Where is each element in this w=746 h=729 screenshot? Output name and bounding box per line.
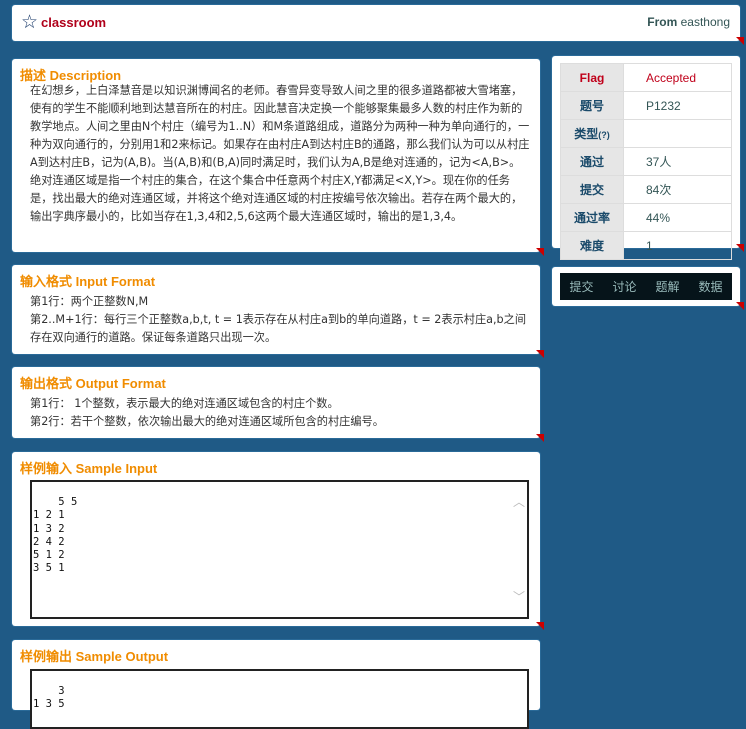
stats-value: 44% bbox=[623, 203, 732, 232]
stats-row-submitted: 提交 84次 bbox=[560, 175, 732, 204]
solutions-link[interactable]: 题解 bbox=[655, 278, 679, 295]
site-name: classroom bbox=[41, 15, 107, 30]
stats-key: 提交 bbox=[560, 175, 624, 204]
help-link[interactable]: (?) bbox=[598, 130, 610, 140]
output-format-line: 第2行：若干个整数，依次输出最大的绝对连通区域所包含的村庄编号。 bbox=[30, 415, 384, 428]
stats-key: 通过 bbox=[560, 147, 624, 176]
stats-row-flag: Flag Accepted bbox=[560, 63, 732, 92]
scroll-up-icon[interactable]: ︿ bbox=[513, 496, 525, 508]
corner-decoration bbox=[736, 244, 744, 252]
from-label: From bbox=[647, 15, 678, 29]
star-icon: ☆ bbox=[21, 11, 39, 33]
sample-output-textarea[interactable]: 3 1 3 5 bbox=[30, 669, 529, 729]
sample-output-panel: 样例输出 Sample Output 3 1 3 5 bbox=[12, 640, 540, 729]
stats-key: 通过率 bbox=[560, 203, 624, 232]
sample-input-content: 5 5 1 2 1 1 3 2 2 4 2 5 1 2 3 5 1 bbox=[33, 496, 78, 575]
submit-link[interactable]: 提交 bbox=[569, 278, 593, 295]
input-format-panel: 输入格式 Input Format 第1行：两个正整数N,M 第2..M+1行：… bbox=[12, 265, 544, 358]
stats-row-passed: 通过 37人 bbox=[560, 147, 732, 176]
sample-input-textarea[interactable]: 5 5 1 2 1 1 3 2 2 4 2 5 1 2 3 5 1 ︿ ﹀ bbox=[30, 480, 529, 619]
stats-value bbox=[623, 119, 732, 148]
corner-decoration bbox=[536, 350, 544, 358]
stats-key: Flag bbox=[560, 63, 624, 92]
output-format-title: 输出格式 Output Format bbox=[20, 376, 166, 391]
stats-value: P1232 bbox=[623, 91, 732, 120]
corner-decoration bbox=[536, 434, 544, 442]
scrollbar[interactable]: ︿ ﹀ bbox=[511, 484, 525, 615]
author-link[interactable]: easthong bbox=[681, 15, 730, 29]
problem-stats-panel: Flag Accepted 题号 P1232 类型(?) 通过 37人 提交 8… bbox=[552, 56, 744, 260]
sample-input-panel: 样例输入 Sample Input 5 5 1 2 1 1 3 2 2 4 2 … bbox=[12, 452, 544, 630]
stats-key-type[interactable]: 类型(?) bbox=[560, 119, 624, 148]
stats-value: 1 bbox=[623, 231, 732, 260]
stats-value: 37人 bbox=[623, 147, 732, 176]
problem-source: From easthong bbox=[647, 15, 730, 29]
discuss-link[interactable]: 讨论 bbox=[612, 278, 636, 295]
description-text: 在幻想乡，上白泽慧音是以知识渊博闻名的老师。春雪异变导致人间之里的很多道路都被大… bbox=[30, 84, 530, 223]
description-panel: 描述 Description 在幻想乡，上白泽慧音是以知识渊博闻名的老师。春雪异… bbox=[12, 59, 544, 256]
action-bar: 提交 讨论 题解 数据 bbox=[560, 273, 732, 300]
output-format-line: 第1行： 1个整数，表示最大的绝对连通区域包含的村庄个数。 bbox=[30, 397, 339, 410]
input-format-title: 输入格式 Input Format bbox=[20, 274, 156, 289]
stats-row-id: 题号 P1232 bbox=[560, 91, 732, 120]
input-format-line: 第2..M+1行：每行三个正整数a,b,t, t = 1表示存在从村庄a到b的单… bbox=[30, 313, 527, 344]
stats-row-rate: 通过率 44% bbox=[560, 203, 732, 232]
stats-row-type: 类型(?) bbox=[560, 119, 732, 148]
stats-key: 类型 bbox=[574, 127, 599, 141]
stats-value: Accepted bbox=[623, 63, 732, 92]
stats-row-difficulty: 难度 1 bbox=[560, 231, 732, 260]
corner-decoration bbox=[736, 302, 744, 310]
input-format-line: 第1行：两个正整数N,M bbox=[30, 295, 149, 308]
scroll-down-icon[interactable]: ﹀ bbox=[513, 591, 525, 603]
corner-decoration bbox=[536, 248, 544, 256]
input-format-text: 第1行：两个正整数N,M 第2..M+1行：每行三个正整数a,b,t, t = … bbox=[30, 293, 530, 347]
sample-output-title: 样例输出 Sample Output bbox=[20, 649, 169, 664]
stats-value: 84次 bbox=[623, 175, 732, 204]
sample-input-title: 样例输入 Sample Input bbox=[20, 461, 158, 476]
corner-decoration bbox=[536, 622, 544, 630]
problem-actions-panel: 提交 讨论 题解 数据 bbox=[552, 267, 744, 310]
stats-key: 难度 bbox=[560, 231, 624, 260]
output-format-text: 第1行： 1个整数，表示最大的绝对连通区域包含的村庄个数。 第2行：若干个整数，… bbox=[30, 395, 530, 431]
site-logo[interactable]: ☆ classroom bbox=[21, 13, 106, 32]
data-link[interactable]: 数据 bbox=[698, 278, 722, 295]
output-format-panel: 输出格式 Output Format 第1行： 1个整数，表示最大的绝对连通区域… bbox=[12, 367, 544, 442]
corner-decoration bbox=[736, 37, 744, 45]
header-bar: ☆ classroom From easthong bbox=[12, 5, 744, 45]
stats-key: 题号 bbox=[560, 91, 624, 120]
stats-table: Flag Accepted 题号 P1232 类型(?) 通过 37人 提交 8… bbox=[560, 63, 732, 260]
